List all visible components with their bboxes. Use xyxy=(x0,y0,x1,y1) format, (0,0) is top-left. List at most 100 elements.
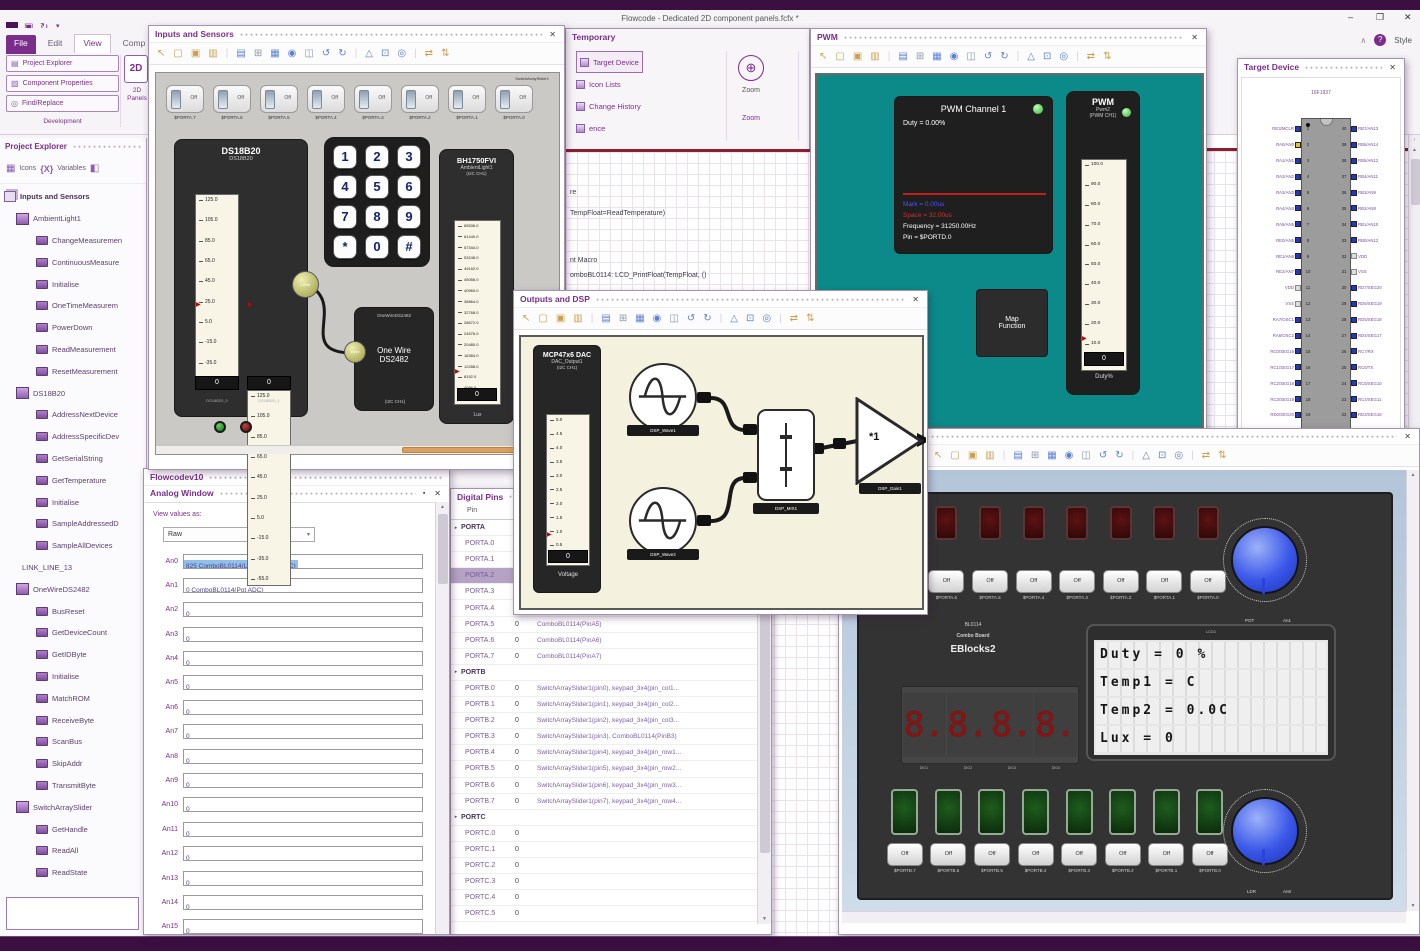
onewire-node[interactable]: 1Wire xyxy=(344,341,366,363)
pin-square-icon[interactable] xyxy=(1351,348,1357,355)
toolbar-icon[interactable]: ⇅ xyxy=(1218,450,1226,461)
port-toggle-button[interactable]: Off xyxy=(971,570,1008,593)
analog-value-field[interactable]: 825 ComboBL0114(LightSensor ADC) xyxy=(183,553,423,569)
tree-item[interactable]: LINK_LINE_13 xyxy=(0,557,146,579)
toolbar-icon[interactable]: ◫ xyxy=(304,48,313,59)
digital-pin-row[interactable]: ▸ PORTB.4 0 SwitchArraySlider1(pin4), ke… xyxy=(451,745,757,762)
toolbar-icon[interactable]: ▣ xyxy=(556,313,565,324)
pin-square-icon[interactable] xyxy=(1295,205,1301,212)
toolbar-icon[interactable]: ⇅ xyxy=(806,313,814,324)
zoom-icon[interactable]: ⊕ xyxy=(738,55,764,81)
help-icon[interactable]: ? xyxy=(1374,34,1387,46)
pin-square-icon[interactable] xyxy=(1351,380,1357,387)
close-icon[interactable]: ✕ xyxy=(432,489,443,498)
pin-square-icon[interactable] xyxy=(1351,173,1357,180)
tree-item[interactable]: GetIDByte xyxy=(0,644,146,666)
digital-pin-row[interactable]: ▸ PORTC.1 0 xyxy=(451,842,757,858)
pin-square-icon[interactable] xyxy=(1295,300,1301,307)
toolbar-icon[interactable]: ▤ xyxy=(236,48,245,59)
pin-square-icon[interactable] xyxy=(1351,284,1357,291)
tree-item[interactable]: ContinuousMeasure xyxy=(0,251,146,273)
toolbar-icon[interactable]: ◎ xyxy=(762,313,771,324)
ribbon-tab[interactable]: File xyxy=(6,35,36,54)
tree-item[interactable]: MatchROM xyxy=(0,687,146,709)
analog-value-field[interactable]: 0 xyxy=(183,870,423,886)
digital-pin-row[interactable]: ▸ PORTB.1 0 SwitchArraySlider1(pin1), ke… xyxy=(451,697,757,714)
toolbar-icon[interactable]: ⇄ xyxy=(425,48,433,59)
tree-item[interactable]: SwitchArraySlider xyxy=(0,796,146,818)
toolbar-icon[interactable]: ⊞ xyxy=(916,51,924,62)
analog-value-field[interactable]: 0 xyxy=(183,821,423,837)
port-toggle-button[interactable]: Off xyxy=(1059,570,1096,593)
analog-value-field[interactable]: 0 xyxy=(183,651,423,667)
toolbar-icon[interactable]: ▢ xyxy=(835,51,844,62)
digital-pin-row[interactable]: ▸ PORTB xyxy=(451,665,757,681)
toolbar-icon[interactable]: ↻ xyxy=(1115,450,1123,461)
toolbar-icon[interactable]: ⊞ xyxy=(254,48,262,59)
scroll-up-icon[interactable]: ▲ xyxy=(1409,145,1420,155)
pin-square-icon[interactable] xyxy=(1295,284,1301,291)
tree-item[interactable]: ReceiveByte xyxy=(0,709,146,731)
pin-square-icon[interactable] xyxy=(1351,205,1357,212)
vertical-scrollbar[interactable]: ▲ xyxy=(435,502,449,934)
collapse-ribbon-icon[interactable]: ∧ xyxy=(1360,36,1366,45)
minimize-button[interactable]: – xyxy=(1348,12,1353,22)
toolbar-icon[interactable]: ⊡ xyxy=(1158,450,1166,461)
toolbar-icon[interactable]: ↺ xyxy=(687,313,695,324)
tree-item[interactable]: ReadState xyxy=(0,862,146,884)
inputs-titlebar[interactable]: Inputs and Sensors ✕ xyxy=(149,26,564,42)
toolbar-icon[interactable]: ↖ xyxy=(522,313,530,324)
pin-square-icon[interactable] xyxy=(1295,189,1301,196)
toolbar-icon[interactable]: ⇄ xyxy=(1087,51,1095,62)
onewire-node[interactable]: 1Wire xyxy=(292,271,319,298)
ribbon-button[interactable]: ▨ Component Properties xyxy=(6,75,119,92)
toolbar-icon[interactable]: ▤ xyxy=(898,51,907,62)
toolbar-icon[interactable]: | xyxy=(888,51,891,62)
restore-button[interactable]: ❐ xyxy=(1376,12,1384,23)
pin-square-icon[interactable] xyxy=(1351,141,1357,148)
scroll-thumb[interactable] xyxy=(438,514,448,584)
toolbar-icon[interactable]: ▦ xyxy=(635,313,644,324)
ribbon-button[interactable]: ▤ Project Explorer xyxy=(6,55,119,72)
toolbar-icon[interactable]: ↻ xyxy=(1000,51,1008,62)
tree-item[interactable]: GetHandle xyxy=(0,818,146,840)
toolbar-icon[interactable]: ▢ xyxy=(538,313,547,324)
close-icon[interactable]: ✕ xyxy=(547,30,558,39)
analog-value-field[interactable]: 0 xyxy=(183,626,423,642)
variables-icon[interactable]: {X} xyxy=(40,164,53,174)
port-toggle-button[interactable]: Off xyxy=(1104,843,1141,866)
pin-square-icon[interactable] xyxy=(1351,237,1357,244)
map-function-block[interactable]: Map Function xyxy=(976,289,1048,357)
tree-item[interactable]: Initialise xyxy=(0,273,146,295)
toolbar-icon[interactable]: ⊞ xyxy=(619,313,627,324)
toolbar-icon[interactable]: ⊡ xyxy=(381,48,389,59)
toolbar-icon[interactable]: ⇅ xyxy=(1103,51,1111,62)
toolbar-icon[interactable]: ↖ xyxy=(934,450,942,461)
analog-value-field[interactable]: 0 xyxy=(183,602,423,618)
analog-value-field[interactable]: 0 xyxy=(183,846,423,862)
meter-value[interactable]: 0 xyxy=(1084,352,1124,366)
tree-item[interactable]: SampleAddressedD xyxy=(0,513,146,535)
toolbar-icon[interactable]: ▦ xyxy=(270,48,279,59)
vertical-scrollbar[interactable]: ▲ ▼ xyxy=(1406,470,1419,911)
pot-knob[interactable] xyxy=(1231,526,1299,594)
close-icon[interactable]: ✕ xyxy=(1189,33,1200,42)
toolbar-icon[interactable]: △ xyxy=(1027,51,1035,62)
toolbar-icon[interactable]: ⊞ xyxy=(1031,450,1039,461)
expand-icon[interactable]: ▸ xyxy=(451,814,461,820)
toolbar-icon[interactable]: △ xyxy=(730,313,738,324)
tree-item[interactable]: ChangeMeasuremen xyxy=(0,230,146,252)
toolbar-icon[interactable]: ▦ xyxy=(1047,450,1056,461)
analog-value-field[interactable]: 0 xyxy=(183,675,423,691)
toolbar-icon[interactable]: | xyxy=(1003,450,1006,461)
tree-item[interactable]: GetTemperature xyxy=(0,469,146,491)
toolbar-icon[interactable]: ▦ xyxy=(932,51,941,62)
port-toggle-button[interactable]: Off xyxy=(1015,570,1052,593)
tree-item[interactable]: ReadAll xyxy=(0,840,146,862)
tree-item[interactable]: Inputs and Sensors xyxy=(0,186,146,208)
port-toggle-button[interactable]: Off xyxy=(928,570,965,593)
scroll-right-icon[interactable]: › xyxy=(1409,135,1420,145)
sensor-value[interactable]: 0 xyxy=(457,388,497,401)
toolbar-icon[interactable]: ▥ xyxy=(870,51,879,62)
tree-item[interactable]: Initialise xyxy=(0,666,146,688)
